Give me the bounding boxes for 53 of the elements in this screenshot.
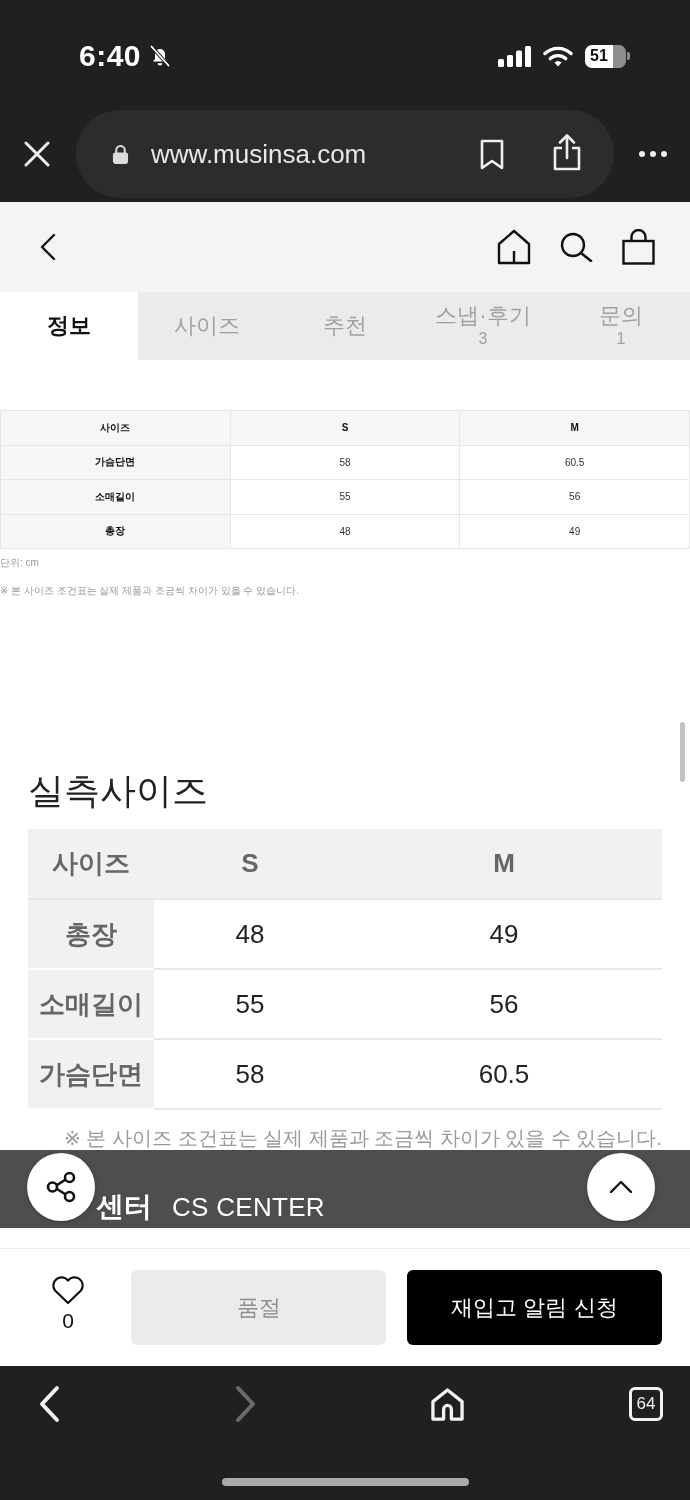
scrollbar[interactable] xyxy=(680,722,685,782)
share-icon xyxy=(45,1171,77,1203)
back-icon[interactable] xyxy=(38,1385,60,1423)
time-text: 6:40 xyxy=(79,39,142,73)
table-cell: 58 xyxy=(154,1039,346,1109)
table-cell: 49 xyxy=(346,899,662,969)
table-row-header: 총장 xyxy=(0,514,231,549)
table-cell: 48 xyxy=(230,514,460,549)
cs-center-subtitle: CS CENTER xyxy=(172,1191,325,1224)
table-header-cell: S xyxy=(154,829,346,899)
table-cell: 55 xyxy=(154,969,346,1039)
tab-switcher-button[interactable]: 64 xyxy=(629,1387,663,1421)
cs-center-title: 센터 xyxy=(96,1190,152,1224)
bell-slash-icon xyxy=(148,44,173,68)
shopping-bag-icon[interactable] xyxy=(622,229,655,265)
home-icon[interactable] xyxy=(497,229,531,265)
section-title: 실측사이즈 xyxy=(28,769,208,813)
wifi-icon xyxy=(543,45,573,67)
table-cell: 55 xyxy=(230,479,460,514)
search-icon[interactable] xyxy=(560,232,593,262)
more-icon[interactable] xyxy=(639,151,667,157)
table-cell: 56 xyxy=(346,969,662,1039)
close-icon[interactable] xyxy=(24,141,50,167)
battery-percent-text: 51 xyxy=(590,46,608,66)
table-row-header: 소매길이 xyxy=(28,969,154,1039)
share-icon[interactable] xyxy=(552,133,582,171)
table-cell: 60.5 xyxy=(459,445,690,480)
like-button[interactable]: 0 xyxy=(38,1270,98,1333)
table-cell: 48 xyxy=(154,899,346,969)
signal-icon xyxy=(498,45,531,67)
table-row-header: 가슴단면 xyxy=(28,1039,154,1109)
table-header-cell: S xyxy=(230,410,460,445)
table-row-header: 가슴단면 xyxy=(0,445,231,480)
table-cell: 60.5 xyxy=(346,1039,662,1109)
restock-alert-button[interactable]: 재입고 알림 신청 xyxy=(407,1270,662,1345)
chevron-up-icon xyxy=(609,1180,633,1194)
table-row-header: 총장 xyxy=(28,899,154,969)
lock-icon xyxy=(112,143,129,165)
url-text: www.musinsa.com xyxy=(151,138,367,170)
table-header-cell: M xyxy=(346,829,662,899)
table-header-cell: 사이즈 xyxy=(28,829,154,899)
unit-text: 단위: cm xyxy=(0,556,39,570)
table-cell: 58 xyxy=(230,445,460,480)
bookmark-icon[interactable] xyxy=(480,138,504,170)
table-header-cell: M xyxy=(459,410,690,445)
table-cell: 56 xyxy=(459,479,690,514)
back-icon[interactable] xyxy=(40,233,56,261)
table-row-header: 소매길이 xyxy=(0,479,231,514)
size-note-text: ※ 본 사이즈 조건표는 실제 제품과 조금씩 차이가 있을 수 있습니다. xyxy=(64,1125,662,1151)
size-note-text: ※ 본 사이즈 조건표는 실제 제품과 조금씩 차이가 있을 수 있습니다. xyxy=(0,584,299,598)
table-cell: 49 xyxy=(459,514,690,549)
address-field[interactable]: www.musinsa.com xyxy=(76,110,614,198)
table-header-cell: 사이즈 xyxy=(0,410,231,445)
